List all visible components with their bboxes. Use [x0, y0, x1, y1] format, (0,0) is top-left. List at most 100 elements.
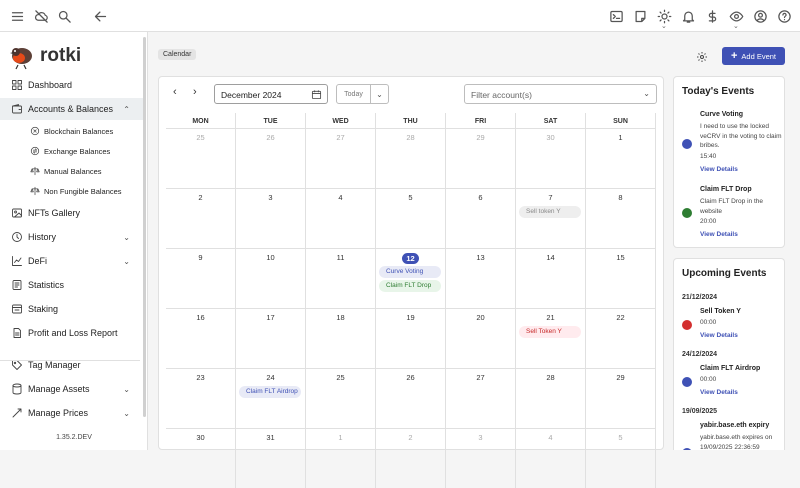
day-cell[interactable]: 22	[586, 308, 656, 368]
prev-month-icon[interactable]: ‹	[173, 86, 177, 98]
day-cell[interactable]: 25	[306, 368, 376, 428]
notes-icon[interactable]	[632, 8, 648, 24]
day-cell[interactable]: 29	[446, 128, 516, 188]
day-cell[interactable]: 28	[376, 128, 446, 188]
view-details-link[interactable]: View Details	[700, 231, 738, 238]
day-cell[interactable]: 26	[236, 128, 306, 188]
calendar-event[interactable]: Claim FLT Airdrop	[239, 386, 301, 398]
day-cell[interactable]: 25	[166, 128, 236, 188]
event-title: Sell Token Y	[700, 308, 741, 315]
day-cell[interactable]: 12 Curve Voting Claim FLT Drop	[376, 248, 446, 308]
terminal-icon[interactable]	[608, 8, 624, 24]
today-button[interactable]: Today	[336, 84, 371, 104]
day-cell[interactable]: 20	[446, 308, 516, 368]
back-arrow-icon[interactable]	[92, 8, 108, 24]
day-cell[interactable]: 4	[516, 428, 586, 488]
sidebar-item-non-fungible-balances[interactable]: Non Fungible Balances	[0, 180, 144, 202]
search-icon[interactable]	[56, 8, 72, 24]
day-cell[interactable]: 16	[166, 308, 236, 368]
account-icon[interactable]	[752, 8, 768, 24]
day-cell[interactable]: 23	[166, 368, 236, 428]
calendar-icon[interactable]	[311, 89, 322, 100]
day-cell[interactable]: 30	[166, 428, 236, 488]
day-cell[interactable]: 24 Claim FLT Airdrop	[236, 368, 306, 428]
todays-events-title: Today's Events	[682, 86, 755, 97]
day-cell[interactable]: 10	[236, 248, 306, 308]
sidebar-item-profit-and-loss-report[interactable]: Profit and Loss Report	[0, 322, 144, 344]
next-month-icon[interactable]: ›	[193, 86, 197, 98]
day-cell[interactable]: 30	[516, 128, 586, 188]
day-cell[interactable]: 11	[306, 248, 376, 308]
day-cell[interactable]: 4	[306, 188, 376, 248]
sidebar-item-exchange-balances[interactable]: Exchange Balances	[0, 140, 144, 162]
day-cell[interactable]: 9	[166, 248, 236, 308]
day-number: 5	[408, 193, 413, 202]
day-cell[interactable]: 14	[516, 248, 586, 308]
calendar-event[interactable]: Sell token Y	[519, 206, 581, 218]
sidebar-item-tag-manager[interactable]: Tag Manager	[0, 354, 144, 376]
day-cell[interactable]: 27	[306, 128, 376, 188]
chevron-down-icon[interactable]: ⌄	[370, 84, 389, 104]
day-cell[interactable]: 2	[166, 188, 236, 248]
sidebar-item-dashboard[interactable]: Dashboard	[0, 74, 144, 96]
calendar-event[interactable]: Sell Token Y	[519, 326, 581, 338]
chain-icon	[30, 126, 40, 136]
day-cell[interactable]: 19	[376, 308, 446, 368]
sidebar-item-accounts-balances[interactable]: Accounts & Balances ⌃	[0, 98, 144, 120]
day-number: 7	[548, 193, 553, 202]
day-cell[interactable]: 31	[236, 428, 306, 488]
chevron-down-icon: ⌄	[123, 384, 130, 394]
view-details-link[interactable]: View Details	[700, 389, 738, 396]
dollar-icon[interactable]	[704, 8, 720, 24]
view-details-link[interactable]: View Details	[700, 332, 738, 339]
day-cell[interactable]: 8	[586, 188, 656, 248]
add-event-button[interactable]: + Add Event	[722, 47, 785, 65]
view-details-link[interactable]: View Details	[700, 166, 738, 173]
day-cell[interactable]: 13	[446, 248, 516, 308]
day-cell[interactable]: 26	[376, 368, 446, 428]
sidebar-item-defi[interactable]: DeFi ⌄	[0, 250, 144, 272]
day-cell[interactable]: 5	[586, 428, 656, 488]
sidebar-item-label: Profit and Loss Report	[28, 328, 118, 338]
sidebar-item-nfts-gallery[interactable]: NFTs Gallery	[0, 202, 144, 224]
day-number: 29	[616, 373, 625, 382]
weekday-header: SAT	[516, 113, 586, 128]
day-cell[interactable]: 7 Sell token Y	[516, 188, 586, 248]
day-cell[interactable]: 3	[446, 428, 516, 488]
sidebar-item-history[interactable]: History ⌄	[0, 226, 144, 248]
month-picker[interactable]: December 2024	[214, 84, 328, 104]
day-cell[interactable]: 28	[516, 368, 586, 428]
bell-icon[interactable]	[680, 8, 696, 24]
calendar-event[interactable]: Claim FLT Drop	[379, 280, 441, 292]
day-cell[interactable]: 27	[446, 368, 516, 428]
sidebar-item-blockchain-balances[interactable]: Blockchain Balances	[0, 120, 144, 142]
day-cell[interactable]: 2	[376, 428, 446, 488]
day-cell[interactable]: 29	[586, 368, 656, 428]
rotki-logo	[8, 42, 34, 70]
chevron-down-icon: ⌄	[123, 232, 130, 242]
sidebar-scrollbar[interactable]	[143, 37, 146, 417]
sidebar-item-manage-assets[interactable]: Manage Assets ⌄	[0, 378, 144, 400]
cloud-off-icon[interactable]	[33, 8, 49, 24]
account-filter[interactable]: Filter account(s) ⌄	[464, 84, 657, 104]
sidebar-item-manage-prices[interactable]: Manage Prices ⌄	[0, 402, 144, 424]
day-cell[interactable]: 21 Sell Token Y	[516, 308, 586, 368]
menu-icon[interactable]	[9, 8, 25, 24]
day-cell[interactable]: 18	[306, 308, 376, 368]
day-cell[interactable]: 6	[446, 188, 516, 248]
day-cell[interactable]: 3	[236, 188, 306, 248]
help-icon[interactable]	[776, 8, 792, 24]
sidebar-item-statistics[interactable]: Statistics	[0, 274, 144, 296]
gear-icon[interactable]	[696, 50, 708, 62]
day-cell[interactable]: 17	[236, 308, 306, 368]
calendar-event[interactable]: Curve Voting	[379, 266, 441, 278]
day-number: 30	[546, 133, 555, 142]
day-cell[interactable]: 1	[586, 128, 656, 188]
event-time: 20:00	[700, 218, 717, 225]
sidebar-item-manual-balances[interactable]: Manual Balances	[0, 160, 144, 182]
sidebar-item-staking[interactable]: Staking	[0, 298, 144, 320]
day-cell[interactable]: 1	[306, 428, 376, 488]
day-cell[interactable]: 15	[586, 248, 656, 308]
day-cell[interactable]: 5	[376, 188, 446, 248]
app-name: rotki	[40, 45, 82, 66]
